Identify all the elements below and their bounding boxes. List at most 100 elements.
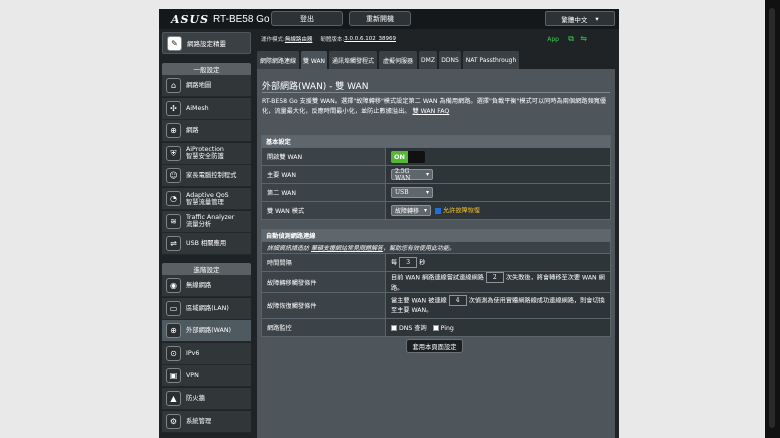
sidebar-item-label: AiProtection 智慧安全防護	[186, 146, 224, 161]
tab-wan[interactable]: 雙 WAN	[301, 51, 327, 69]
interval-input[interactable]: 3	[399, 257, 418, 268]
failover-prefix: 目前 WAN 網路連線嘗試連線網路	[391, 274, 484, 282]
sidebar-item-lan[interactable]: ▭ 區域網路(LAN)	[162, 297, 251, 320]
op-mode-label: 運作模式:	[261, 37, 285, 43]
sidebar-item-ipv6[interactable]: ⊙ IPv6	[162, 342, 251, 365]
router-status-icon[interactable]: ⧉	[568, 35, 574, 43]
table-row: 故障轉移觸發條件 目前 WAN 網路連線嘗試連線網路 2 次失敗後，將會轉移至次要 …	[261, 271, 611, 293]
sidebar-item-vpn[interactable]: ▣ VPN	[162, 365, 251, 388]
sidebar-item-qos[interactable]: ◔ Adaptive QoS 智慧流量管理	[162, 188, 251, 210]
asus-logo: ASUS RT-BE58 Go	[171, 12, 270, 26]
ipv6-icon: ⊙	[166, 345, 181, 361]
toggle-off-part	[408, 150, 425, 163]
tab-index-3[interactable]: 虛擬伺服器	[379, 51, 417, 69]
sidebar-item-shield[interactable]: ⛨ AiProtection 智慧安全防護	[162, 142, 251, 165]
primary-wan-value: 2.5G WAN	[395, 167, 411, 182]
reboot-button[interactable]: 重新開機	[349, 11, 411, 26]
ping-checkbox[interactable]	[432, 325, 439, 331]
table-row: 故障恢復觸發條件 當主要 WAN 被連線 4 次偵測為使用實體網路線成功連線網路，則…	[261, 292, 611, 319]
wand-icon: ✎	[167, 35, 182, 51]
apply-button[interactable]: 套用本頁面設定	[406, 339, 463, 353]
sidebar-item-parental-control[interactable]: ☺ 家長電腦控制程式	[162, 165, 251, 188]
tab-index-0[interactable]: 網際網路連線	[257, 51, 299, 69]
failback-prefix: 當主要 WAN 被連線	[391, 297, 447, 305]
sidebar-item-gear[interactable]: ⚙ 系統管理	[162, 410, 251, 433]
sidebar-item-label: VPN	[186, 372, 199, 380]
sidebar-item-wan[interactable]: ⊕ 外部網路(WAN)	[162, 320, 251, 343]
model-name: RT-BE58 Go	[213, 13, 270, 25]
chevron-down-icon: ▾	[425, 171, 429, 178]
primary-wan-select[interactable]: 2.5G WAN ▾	[391, 167, 433, 182]
tab-bar: 網際網路連線雙 WAN 通訊埠觸發程式 虛擬伺服器 DMZ DDNS NAT Passth…	[257, 51, 519, 69]
interval-label: 時間間隔	[261, 253, 386, 272]
tab-index-2[interactable]: 通訊埠觸發程式	[329, 51, 377, 69]
table-row: 第二 WAN USB ▾	[261, 183, 611, 202]
auto-detect-header: 自動偵測網路連線	[261, 229, 611, 242]
brand-name: ASUS	[171, 12, 210, 26]
tab-dmz[interactable]: DMZ	[419, 51, 437, 69]
sidebar-item-label: 防火牆	[186, 395, 205, 402]
shield-icon: ⛨	[166, 145, 181, 161]
dual-wan-mode-label: 雙 WAN 模式	[261, 201, 386, 220]
ping-label: Ping	[440, 325, 454, 332]
title-divider	[262, 92, 610, 93]
sidebar-item-label: 外部網路(WAN)	[186, 327, 232, 335]
setup-wizard-button[interactable]: ✎ 網路設定精靈	[162, 32, 251, 54]
dns-query-checkbox[interactable]	[391, 325, 397, 331]
failover-count-input[interactable]: 2	[485, 272, 504, 283]
auto-detect-note: 詳細資訊請造訪 華碩支援網站常見問題解答，幫助您有效使用此功能。	[261, 241, 611, 254]
failback-trigger-label: 故障恢復觸發條件	[261, 292, 386, 319]
dual-wan-toggle[interactable]: ON	[391, 150, 425, 163]
sidebar-item-label: 家長電腦控制程式	[186, 172, 237, 180]
note-suffix: ，幫助您有效使用此功能。	[382, 245, 455, 252]
lan-icon: ▭	[166, 300, 181, 316]
wireless-icon: ◉	[166, 278, 181, 293]
sidebar-item-traffic-analyzer[interactable]: ≋ Traffic Analyzer 流量分析	[162, 210, 251, 233]
language-select[interactable]: 繁體中文 ▾	[545, 11, 615, 26]
wan-icon: ⊕	[166, 323, 181, 339]
table-row: 網路監控 DNS 查詢 Ping	[261, 318, 611, 337]
usb-icon: ⇌	[166, 236, 181, 252]
firmware-link[interactable]: 3.0.0.6.102_38969	[344, 36, 396, 42]
note-prefix: 詳細資訊請造訪	[267, 245, 310, 252]
sidebar-item-usb[interactable]: ⇌ USB 相關應用	[162, 233, 251, 256]
tab-nat-passthrough[interactable]: NAT Passthrough	[463, 51, 519, 69]
auto-detect-table: 自動偵測網路連線 詳細資訊請造訪 華碩支援網站常見問題解答，幫助您有效使用此功能…	[261, 229, 611, 337]
globe-icon: ⊕	[166, 123, 181, 139]
sidebar-item-label: 網路	[186, 127, 199, 135]
allow-failback-checkbox[interactable]	[434, 207, 441, 214]
page-title: 外部網路(WAN) - 雙 WAN	[262, 82, 369, 92]
asus-faq-link[interactable]: 華碩支援網站常見問題解答	[311, 245, 383, 252]
logout-button[interactable]: 登出	[271, 11, 343, 26]
sidebar-item-label: IPv6	[186, 349, 200, 357]
language-value: 繁體中文	[561, 15, 588, 24]
sidebar-item-label: 系統管理	[186, 417, 212, 425]
faq-link[interactable]: 雙 WAN FAQ	[412, 108, 449, 115]
app-link[interactable]: App	[547, 36, 559, 43]
sidebar-item-globe[interactable]: ⊕ 網路	[162, 120, 251, 143]
firmware-label: 韌體版本:	[320, 37, 345, 43]
window-scrollbar[interactable]	[769, 8, 775, 428]
interval-unit: 秒	[419, 259, 426, 267]
secondary-wan-select[interactable]: USB ▾	[391, 187, 433, 198]
sidebar-item-label: USB 相關應用	[186, 240, 227, 248]
network-monitor-label: 網路監控	[261, 318, 386, 337]
aimesh-icon: ✣	[166, 100, 181, 116]
gear-icon: ⚙	[166, 413, 181, 429]
qos-icon: ◔	[166, 191, 181, 206]
tab-ddns[interactable]: DDNS	[439, 51, 461, 69]
dual-wan-mode-select[interactable]: 故障轉移 ▾	[391, 205, 431, 216]
op-mode-link[interactable]: 無線路由器	[285, 35, 313, 43]
chevron-down-icon: ▾	[425, 189, 429, 196]
sidebar-item-aimesh[interactable]: ✣ AiMesh	[162, 97, 251, 120]
chevron-down-icon: ▾	[595, 14, 599, 23]
network-map-icon: ⌂	[166, 78, 181, 93]
sidebar-item-firewall[interactable]: ▲ 防火牆	[162, 388, 251, 410]
sidebar-item-wireless[interactable]: ◉ 無線網路	[162, 275, 251, 297]
dual-wan-mode-value: 故障轉移	[395, 208, 420, 215]
sidebar-item-label: 區域網路(LAN)	[186, 304, 229, 312]
failback-count-input[interactable]: 4	[448, 294, 467, 306]
sidebar-item-network-map[interactable]: ⌂ 網路地圖	[162, 75, 251, 97]
sidebar: ✎ 網路設定精靈 一般設定 ⌂ 網路地圖 ✣ AiMesh ⊕ 網路 ⛨ AiProtecti…	[162, 31, 251, 438]
usb-status-icon[interactable]: ⇋	[580, 35, 587, 43]
